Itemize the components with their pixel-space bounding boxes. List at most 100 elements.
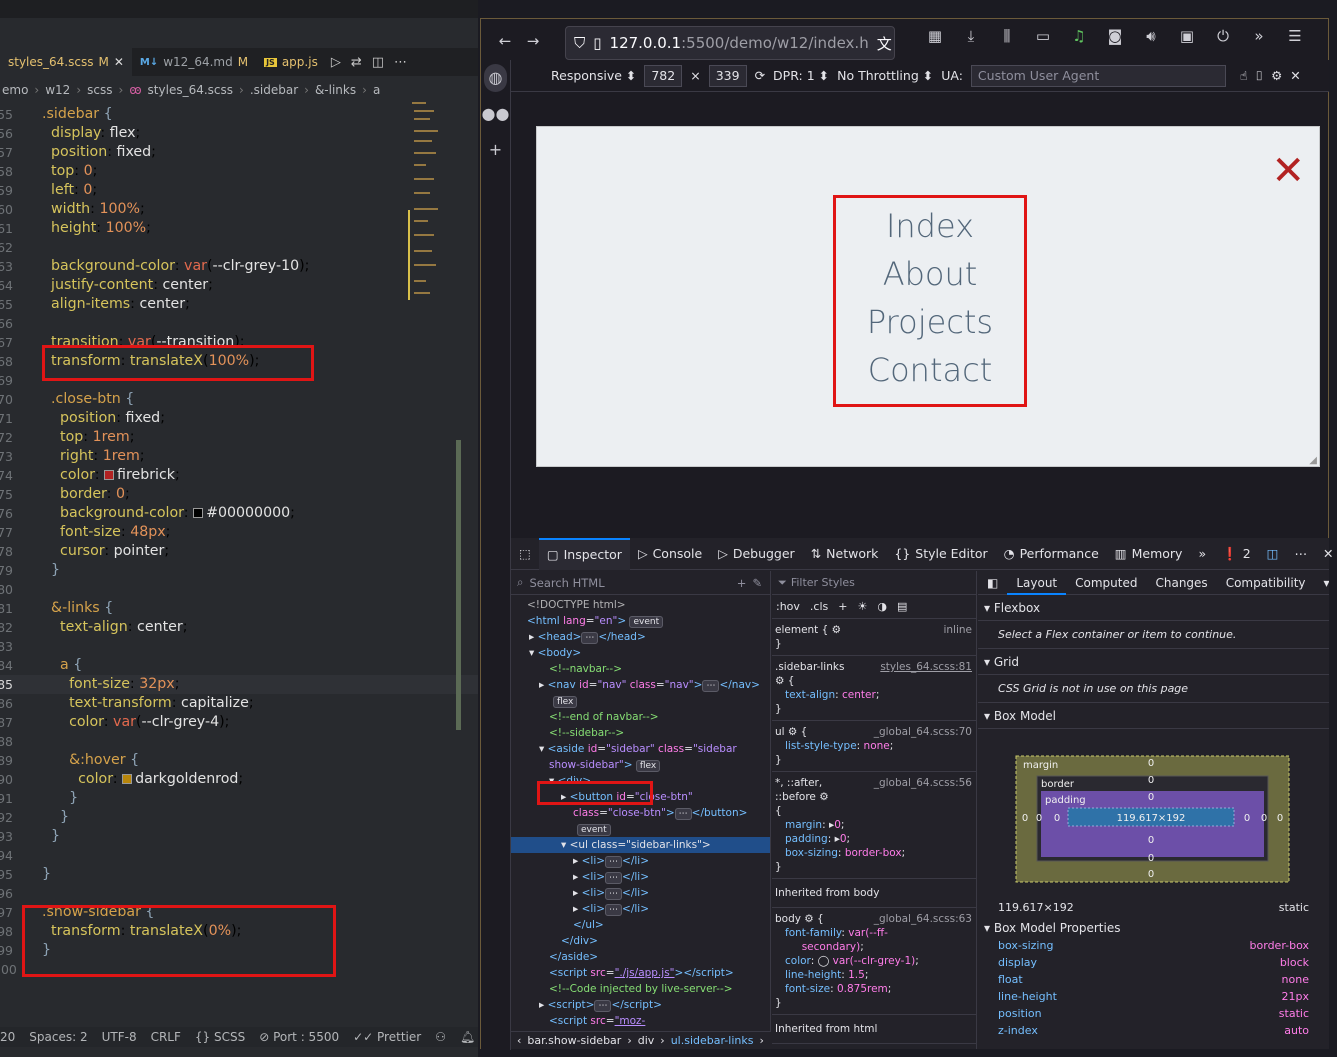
tree-node[interactable]: ▾ <body> [511, 645, 770, 661]
tree-node[interactable]: <!--end of navbar--> [511, 709, 770, 725]
flexbox-section[interactable]: ▾ Flexbox [978, 595, 1329, 621]
translate-icon[interactable]: 文 [877, 33, 892, 54]
tree-node[interactable]: ▾ <aside id="sidebar" class="sidebar [511, 741, 770, 757]
breadcrumb-item[interactable]: emo [2, 83, 28, 97]
tab-network[interactable]: ⇅ Network [803, 538, 887, 570]
tree-node[interactable]: ▸ <nav id="nav" class="nav"> ⋯ </nav> [511, 677, 770, 693]
status-port[interactable]: ⊘ Port : 5500 [259, 1030, 339, 1044]
tab-memory[interactable]: ▥ Memory [1107, 538, 1191, 570]
ua-input[interactable]: Custom User Agent [970, 64, 1226, 87]
shield-icon[interactable]: ⛉ [574, 34, 585, 52]
picker-icon[interactable]: ⬚ [511, 538, 539, 570]
tree-node[interactable]: ▸ <head> ⋯ </head> [511, 629, 770, 645]
save-icon[interactable]: ▣ [1173, 27, 1201, 45]
tab-debugger[interactable]: ▷ Debugger [710, 538, 803, 570]
status-language[interactable]: {} SCSS [195, 1030, 245, 1044]
tree-node[interactable]: ▸ <li> ⋯ </li> [511, 853, 770, 869]
library-icon[interactable]: ⫼ [993, 27, 1021, 45]
cls-toggle[interactable]: .cls [810, 600, 828, 613]
box-props-header[interactable]: ▾ Box Model Properties [978, 919, 1329, 937]
minimap[interactable] [408, 100, 448, 300]
box-model-section[interactable]: ▾ Box Model [978, 703, 1329, 729]
tab-styles-scss[interactable]: styles_64.scss M ✕ [0, 48, 132, 76]
sidebar-toggle-icon[interactable]: ◧ [978, 571, 1007, 595]
forward-icon[interactable]: → [519, 32, 547, 50]
tree-node[interactable]: <script src="moz- [511, 1013, 770, 1029]
eyedropper-icon[interactable]: ✎ [752, 576, 762, 590]
download-icon[interactable]: ⤓ [957, 27, 985, 45]
tab-style-editor[interactable]: {} Style Editor [886, 538, 995, 570]
add-icon[interactable]: + [481, 132, 510, 168]
tree-node[interactable]: ▸ <li> ⋯ </li> [511, 901, 770, 917]
breadcrumb-item[interactable]: ul.sidebar-links [671, 1034, 754, 1047]
tab-layout[interactable]: Layout [1007, 571, 1067, 595]
tree-node[interactable]: <!DOCTYPE html> [511, 597, 770, 613]
volume-icon[interactable]: 🔊︎ [1137, 27, 1165, 45]
nav-link-contact[interactable]: Contact [836, 346, 1024, 394]
settings-gear-icon[interactable]: ⚙ [1271, 68, 1282, 83]
tree-node[interactable]: <!--sidebar--> [511, 725, 770, 741]
breadcrumb-item[interactable]: styles_64.scss [148, 83, 233, 97]
tab-app-js[interactable]: JS app.js [256, 48, 326, 76]
error-badge[interactable]: ❗ 2 [1214, 538, 1259, 570]
width-input[interactable]: 782 [644, 64, 683, 87]
tree-node[interactable]: </ul> [511, 917, 770, 933]
height-input[interactable]: 339 [708, 64, 747, 87]
close-devtools-icon[interactable]: ✕ [1315, 538, 1337, 570]
menu-icon[interactable]: ☰ [1281, 27, 1309, 45]
code-editor[interactable]: 55 .sidebar { 56 display: flex; 57 positi… [0, 105, 478, 979]
filter-input[interactable]: Filter Styles [791, 576, 855, 589]
breadcrumb-item[interactable]: scss [87, 83, 112, 97]
back-icon[interactable]: ← [491, 32, 519, 50]
status-indent[interactable]: Spaces: 2 [29, 1030, 87, 1044]
breadcrumb-item[interactable]: bar.show-sidebar [527, 1034, 621, 1047]
tree-node[interactable]: show-sidebar"> flex [511, 757, 770, 773]
nav-link-projects[interactable]: Projects [836, 298, 1024, 346]
options-icon[interactable]: ⋯ [1286, 538, 1315, 570]
tree-node[interactable]: ▸ <li> ⋯ </li> [511, 885, 770, 901]
tab-compatibility[interactable]: Compatibility [1217, 571, 1315, 595]
tree-node-selected[interactable]: ▾ <ul class="sidebar-links"> [511, 837, 770, 853]
breadcrumb-item[interactable]: .sidebar [250, 83, 298, 97]
music-extension-icon[interactable]: ♫ [1065, 27, 1093, 45]
close-rdm-icon[interactable]: ✕ [1290, 68, 1300, 83]
chevron-right-icon[interactable]: › [759, 1034, 763, 1047]
run-icon[interactable]: ▷ [326, 55, 346, 70]
resize-handle[interactable]: ◢ [1309, 455, 1317, 466]
scrollbar[interactable] [456, 440, 461, 730]
nav-link-about[interactable]: About [836, 250, 1024, 298]
overflow-icon[interactable]: » [1245, 27, 1273, 45]
screenshot-icon[interactable]: ⌷ [1256, 68, 1264, 84]
filter-styles[interactable]: ⏷ Filter Styles [772, 571, 976, 595]
more-tabs-icon[interactable]: » [1190, 538, 1214, 570]
feedback-icon[interactable]: ⚇ [435, 1030, 446, 1044]
tree-node[interactable]: ▸ <li> ⋯ </li> [511, 869, 770, 885]
container-icon[interactable]: ▭ [1029, 27, 1057, 45]
dark-mode-icon[interactable]: ◑ [877, 600, 887, 613]
search-input[interactable]: Search HTML [529, 576, 604, 590]
status-prettier[interactable]: ✓✓ Prettier [353, 1030, 421, 1044]
tree-node[interactable]: </div> [511, 933, 770, 949]
status-eol[interactable]: CRLF [151, 1030, 181, 1044]
more-icon[interactable]: ⋯ [389, 55, 412, 70]
tab-performance[interactable]: ◔ Performance [996, 538, 1107, 570]
extension-dots-icon[interactable]: ●● [481, 96, 510, 132]
tab-w12-md[interactable]: M↓ w12_64.md M [132, 48, 256, 76]
tree-node[interactable]: <html lang="en"> event [511, 613, 770, 629]
grid-section[interactable]: ▾ Grid [978, 649, 1329, 675]
tree-node[interactable]: <!--navbar--> [511, 661, 770, 677]
throttle-select[interactable]: No Throttling ⬍ [837, 68, 933, 83]
url-bar[interactable]: ⛉ ▯ 127.0.0.1:5500/demo/w12/index.h 文 ☆ [565, 26, 895, 60]
hov-toggle[interactable]: :hov [776, 600, 800, 613]
status-line[interactable]: 20 [0, 1030, 15, 1044]
breadcrumb-item[interactable]: a [373, 83, 380, 97]
rotate-icon[interactable]: ⟳ [755, 68, 765, 83]
search-html[interactable]: ⌕ Search HTML + ✎ [511, 571, 770, 595]
breadcrumb-item[interactable]: &-links [315, 83, 356, 97]
tab-computed[interactable]: Computed [1066, 571, 1146, 595]
close-button[interactable]: ✕ [1271, 151, 1305, 191]
light-mode-icon[interactable]: ☀ [857, 600, 867, 613]
status-encoding[interactable]: UTF-8 [102, 1030, 137, 1044]
reader-icon[interactable]: ◙ [1101, 27, 1129, 45]
tree-node[interactable]: class="close-btn"> ⋯ </button> [511, 805, 770, 821]
